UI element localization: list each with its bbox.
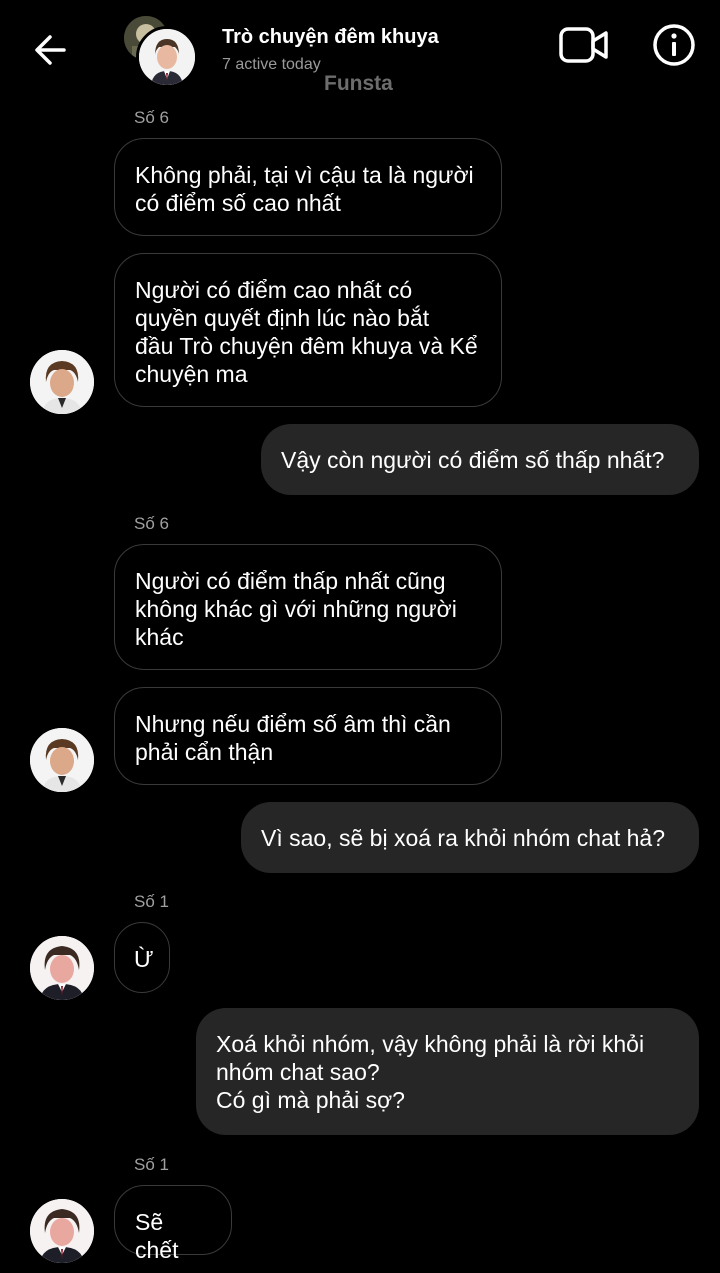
incoming-message[interactable]: Ừ	[114, 922, 170, 993]
sender-name: Số 6	[134, 108, 169, 127]
info-icon[interactable]	[652, 23, 696, 67]
avatar[interactable]	[30, 728, 94, 792]
avatar[interactable]	[30, 350, 94, 414]
incoming-message[interactable]: Sẽ chết	[114, 1185, 232, 1263]
incoming-message[interactable]: Không phải, tại vì cậu ta là người có đi…	[114, 138, 502, 236]
back-arrow-icon[interactable]	[28, 28, 72, 72]
video-call-icon[interactable]	[558, 25, 610, 67]
group-avatar[interactable]	[124, 16, 198, 88]
incoming-message[interactable]: Nhưng nếu điểm số âm thì cần phải cẩn th…	[114, 687, 502, 785]
active-status: 7 active today	[222, 56, 321, 73]
watermark: Funsta	[324, 72, 393, 95]
incoming-message[interactable]: Người có điểm thấp nhất cũng không khác …	[114, 544, 502, 670]
chat-header: Trò chuyện đêm khuya 7 active today Funs…	[0, 0, 720, 100]
outgoing-message[interactable]: Vậy còn người có điểm số thấp nhất?	[261, 424, 699, 495]
avatar[interactable]	[30, 1199, 94, 1263]
sender-name: Số 6	[134, 514, 169, 533]
outgoing-message[interactable]: Vì sao, sẽ bị xoá ra khỏi nhóm chat hả?	[241, 802, 699, 873]
sender-name: Số 1	[134, 892, 169, 911]
avatar[interactable]	[30, 936, 94, 1000]
member-avatar-front	[136, 26, 198, 88]
incoming-message[interactable]: Người có điểm cao nhất có quyền quyết đị…	[114, 253, 502, 407]
chat-title[interactable]: Trò chuyện đêm khuya	[222, 26, 439, 49]
outgoing-message[interactable]: Xoá khỏi nhóm, vậy không phải là rời khỏ…	[196, 1008, 699, 1135]
sender-name: Số 1	[134, 1155, 169, 1174]
